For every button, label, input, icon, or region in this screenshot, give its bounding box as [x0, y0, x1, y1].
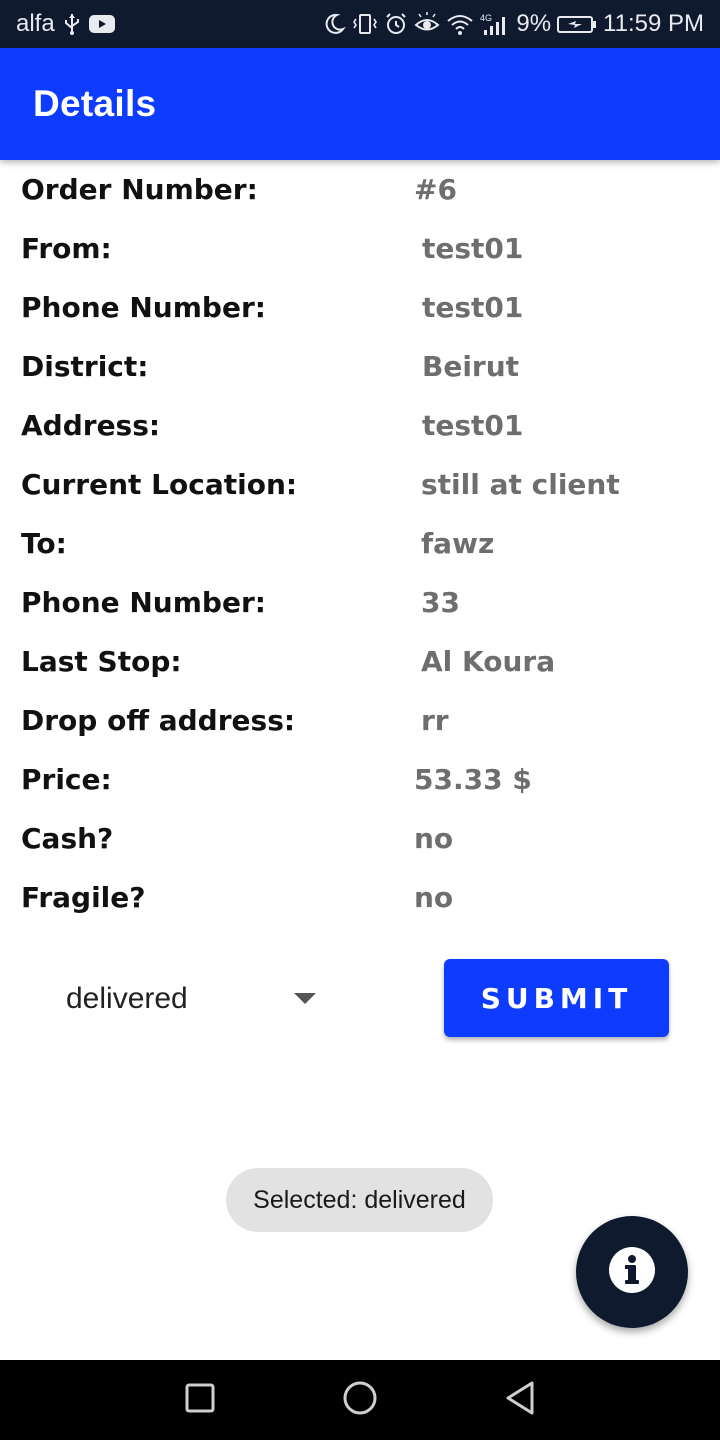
- chevron-down-icon: [294, 993, 316, 1004]
- detail-row-current-location: Current Location: still at client: [0, 455, 720, 514]
- eye-icon: [414, 12, 440, 36]
- order-details: Order Number: #6 From: test01 Phone Numb…: [0, 160, 720, 927]
- detail-label: District:: [21, 350, 149, 383]
- detail-value: #6: [414, 173, 457, 206]
- signal-icon: 4G: [480, 12, 510, 36]
- detail-row-price: Price: 53.33 $: [0, 750, 720, 809]
- detail-value: 33: [421, 586, 460, 619]
- detail-label: Cash?: [21, 822, 114, 855]
- detail-label: Order Number:: [21, 173, 258, 206]
- back-button[interactable]: [480, 1360, 560, 1440]
- toast-message: Selected: delivered: [226, 1168, 493, 1232]
- detail-value: Al Koura: [421, 645, 556, 678]
- detail-row-cash: Cash? no: [0, 809, 720, 868]
- detail-row-district: District: Beirut: [0, 337, 720, 396]
- submit-button[interactable]: SUBMIT: [444, 959, 669, 1037]
- clock: 11:59 PM: [603, 10, 704, 37]
- status-bar-right: 4G 9% 11:59 PM: [322, 0, 704, 48]
- detail-row-drop-off-address: Drop off address: rr: [0, 691, 720, 750]
- system-nav-bar: [0, 1360, 720, 1440]
- detail-label: To:: [21, 527, 67, 560]
- detail-row-from-phone: Phone Number: test01: [0, 278, 720, 337]
- detail-label: Price:: [21, 763, 112, 796]
- detail-label: Phone Number:: [21, 291, 266, 324]
- detail-row-order-number: Order Number: #6: [0, 160, 720, 219]
- detail-label: Current Location:: [21, 468, 298, 501]
- detail-value: test01: [422, 409, 524, 442]
- back-icon: [503, 1380, 537, 1420]
- detail-label: Last Stop:: [21, 645, 182, 678]
- wifi-icon: [446, 12, 474, 36]
- detail-value: no: [414, 822, 454, 855]
- moon-icon: [322, 12, 347, 36]
- detail-label: Address:: [21, 409, 161, 442]
- detail-label: From:: [21, 232, 112, 265]
- home-icon: [342, 1380, 378, 1420]
- detail-value: test01: [422, 291, 524, 324]
- usb-icon: [63, 12, 81, 36]
- detail-value: 53.33 $: [414, 763, 532, 796]
- detail-row-fragile: Fragile? no: [0, 868, 720, 927]
- detail-value: test01: [422, 232, 524, 265]
- status-bar: alfa 4G 9% 11:59 PM: [0, 0, 720, 48]
- detail-label: Drop off address:: [21, 704, 296, 737]
- info-icon: [608, 1246, 656, 1298]
- info-fab-button[interactable]: [576, 1216, 688, 1328]
- status-dropdown-value: delivered: [66, 982, 188, 1015]
- detail-label: Fragile?: [21, 881, 146, 914]
- page-title: Details: [33, 83, 157, 124]
- carrier-name: alfa: [16, 10, 55, 37]
- alarm-icon: [384, 12, 408, 36]
- detail-value: Beirut: [422, 350, 520, 383]
- status-dropdown[interactable]: delivered: [40, 960, 340, 1038]
- detail-label: Phone Number:: [21, 586, 266, 619]
- battery-percent: 9%: [516, 10, 552, 37]
- detail-value: rr: [421, 704, 449, 737]
- detail-row-last-stop: Last Stop: Al Koura: [0, 632, 720, 691]
- youtube-icon: [88, 14, 115, 34]
- vibrate-icon: [352, 12, 378, 36]
- detail-value: still at client: [421, 468, 620, 501]
- detail-value: no: [414, 881, 454, 914]
- detail-row-to: To: fawz: [0, 514, 720, 573]
- network-type-label: 4G: [480, 13, 492, 23]
- detail-value: fawz: [421, 527, 495, 560]
- app-bar: Details: [0, 48, 720, 160]
- recents-icon: [184, 1382, 216, 1418]
- recents-button[interactable]: [160, 1360, 240, 1440]
- status-bar-left: alfa: [16, 0, 115, 48]
- detail-row-from: From: test01: [0, 219, 720, 278]
- detail-row-address: Address: test01: [0, 396, 720, 455]
- detail-row-to-phone: Phone Number: 33: [0, 573, 720, 632]
- home-button[interactable]: [320, 1360, 400, 1440]
- battery-icon: [557, 12, 597, 36]
